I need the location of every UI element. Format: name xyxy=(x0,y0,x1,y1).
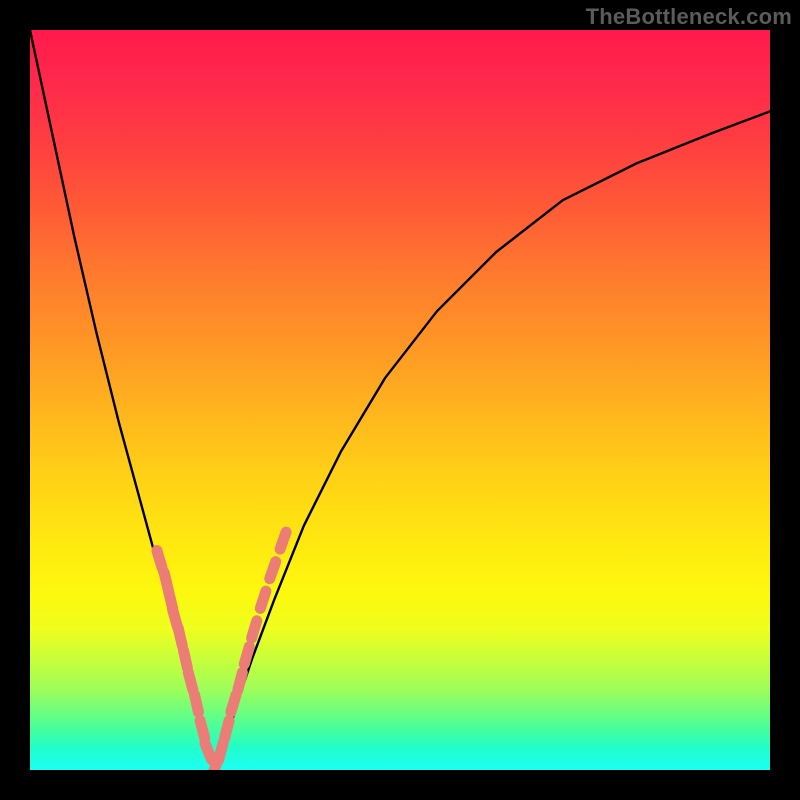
highlight-markers xyxy=(157,532,286,770)
curve-layer xyxy=(30,30,770,770)
bottleneck-curve-path xyxy=(30,30,770,770)
highlight-marker xyxy=(195,695,199,713)
chart-frame: TheBottleneck.com xyxy=(0,0,800,800)
highlight-marker xyxy=(205,743,212,760)
plot-area xyxy=(30,30,770,770)
highlight-marker xyxy=(270,562,276,579)
highlight-marker xyxy=(157,551,162,568)
highlight-marker xyxy=(183,650,187,668)
highlight-marker xyxy=(238,673,243,690)
highlight-marker xyxy=(231,695,236,712)
highlight-marker xyxy=(200,721,205,738)
highlight-marker xyxy=(244,647,249,664)
bottleneck-curve xyxy=(30,30,770,770)
highlight-marker xyxy=(280,532,286,549)
highlight-marker xyxy=(188,673,193,690)
watermark-text: TheBottleneck.com xyxy=(586,4,792,30)
highlight-marker xyxy=(178,628,182,646)
highlight-marker xyxy=(252,621,257,638)
highlight-marker xyxy=(260,591,266,608)
highlight-marker xyxy=(219,743,224,760)
highlight-marker xyxy=(225,721,230,738)
